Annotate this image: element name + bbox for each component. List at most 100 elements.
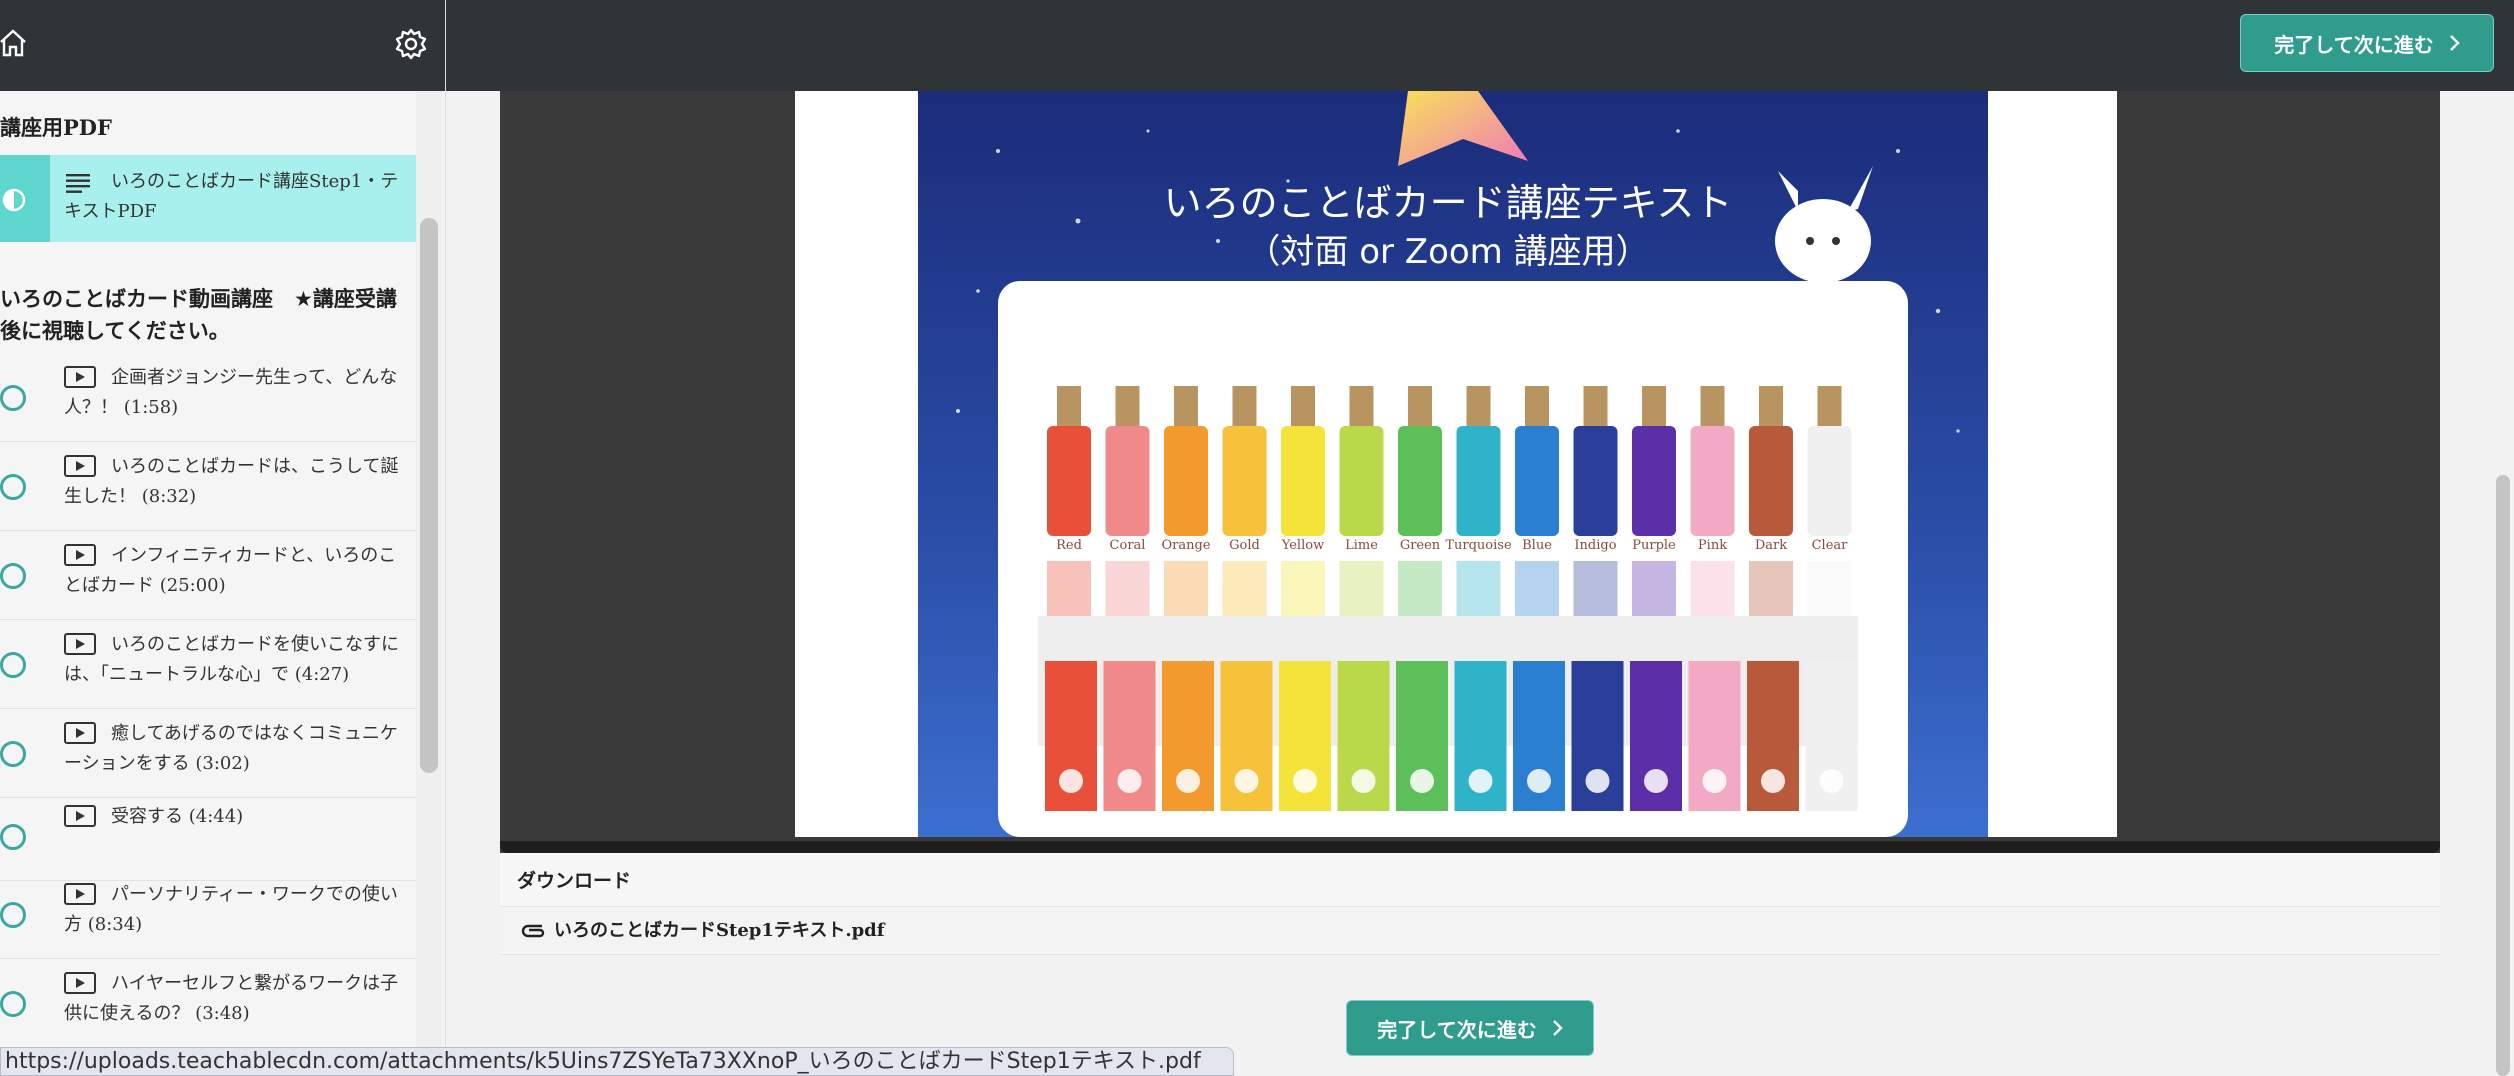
- sidebar-scrollbar[interactable]: [420, 218, 438, 773]
- bottle-label: Gold: [1229, 538, 1260, 553]
- card-character: [1234, 769, 1259, 793]
- bottle-reflection: [1339, 561, 1384, 621]
- lesson-item-active[interactable]: いろのことばカード講座Step1・テキストPDF: [0, 155, 416, 242]
- lesson-label: いろのことばカードを使いこなすには、「ニュートラルな心」で (4:27): [64, 634, 399, 685]
- bottle-cap: [1583, 386, 1608, 428]
- incomplete-circle-icon: [0, 991, 26, 1017]
- card-character: [1117, 769, 1142, 793]
- complete-next-button-bottom[interactable]: 完了して次に進む: [1346, 1000, 1594, 1056]
- bottle-reflection: [1281, 561, 1325, 621]
- bottle-body: [1749, 426, 1793, 536]
- bottle-label: Purple: [1632, 538, 1676, 553]
- lesson-label: ハイヤーセルフと繋がるワークは子供に使えるの？ (3:48): [64, 973, 399, 1024]
- home-icon[interactable]: [0, 29, 26, 57]
- bottle-body: [1339, 426, 1384, 536]
- card-character: [1819, 769, 1844, 793]
- download-file-link[interactable]: いろのことばカードStep1テキスト.pdf: [554, 916, 885, 942]
- lesson-item[interactable]: パーソナリティー・ワークでの使い方 (8:34): [0, 871, 416, 959]
- lesson-item[interactable]: 受容する (4:44): [0, 793, 416, 881]
- incomplete-circle-icon: [0, 824, 26, 850]
- card-character: [1702, 769, 1727, 793]
- complete-next-button-top[interactable]: 完了して次に進む: [2240, 14, 2494, 72]
- card-character: [1293, 769, 1317, 793]
- pdf-cover-image: いろのことばカード講座テキスト （対面 or Zoom 講座用） Red Cora…: [918, 91, 1988, 837]
- lesson-item[interactable]: いろのことばカードを使いこなすには、「ニュートラルな心」で (4:27): [0, 621, 416, 709]
- bottle-label: Turquoise: [1445, 538, 1512, 553]
- bottle-cap: [1642, 386, 1666, 428]
- bottle-label: Blue: [1522, 538, 1552, 553]
- incomplete-circle-icon: [0, 563, 26, 589]
- bottle-body: [1105, 426, 1150, 536]
- incomplete-circle-icon: [0, 652, 26, 678]
- bottle-reflection: [1515, 561, 1559, 621]
- bottle-cap: [1700, 386, 1725, 428]
- card-character: [1585, 769, 1610, 793]
- bottle-cap: [1759, 386, 1783, 428]
- bottle-reflection: [1573, 561, 1618, 621]
- chevron-right-icon: [2449, 35, 2460, 51]
- incomplete-circle-icon: [0, 385, 26, 411]
- top-bar: [446, 0, 2514, 91]
- bottle-body: [1573, 426, 1618, 536]
- bottle-label: Yellow: [1281, 538, 1324, 553]
- bottle-cap: [1408, 386, 1432, 428]
- bottle-reflection: [1047, 561, 1091, 621]
- lesson-item[interactable]: 癒してあげるのではなくコミュニケーションをする (3:02): [0, 710, 416, 798]
- paperclip-icon: [521, 924, 545, 938]
- chevron-right-icon: [1552, 1020, 1563, 1036]
- bottle-cap: [1057, 386, 1081, 428]
- bottle-label: Dark: [1755, 538, 1787, 553]
- card-character: [1468, 769, 1493, 793]
- lesson-label: 癒してあげるのではなくコミュニケーションをする (3:02): [64, 723, 398, 774]
- bottle-body: [1398, 426, 1442, 536]
- bottle-body: [1222, 426, 1267, 536]
- bottle-body: [1456, 426, 1501, 536]
- bottle-cap: [1174, 386, 1198, 428]
- incomplete-circle-icon: [0, 902, 26, 928]
- bottle-reflection: [1807, 561, 1852, 621]
- main-scrollbar[interactable]: [2496, 475, 2510, 1076]
- bottle-cap: [1232, 386, 1257, 428]
- bottle-reflection: [1456, 561, 1501, 621]
- bottle-label: Indigo: [1574, 538, 1616, 553]
- status-bar-url: https://uploads.teachablecdn.com/attachm…: [0, 1047, 1234, 1076]
- half-circle-icon: [2, 188, 26, 212]
- gear-icon[interactable]: [394, 27, 428, 61]
- bottle-reflection: [1222, 561, 1267, 621]
- bottle-body: [1164, 426, 1208, 536]
- lesson-item[interactable]: インフィニティカードと、いろのことばカード (25:00): [0, 532, 416, 620]
- bottle-reflection: [1632, 561, 1676, 621]
- section-title-pdf: 講座用PDF: [0, 115, 112, 140]
- bottle-label: Orange: [1161, 538, 1210, 553]
- bottle-cap: [1349, 386, 1374, 428]
- bottle-body: [1632, 426, 1676, 536]
- bottle-reflection: [1690, 561, 1735, 621]
- bottle-body: [1690, 426, 1735, 536]
- lesson-label: パーソナリティー・ワークでの使い方 (8:34): [64, 884, 398, 935]
- bottle-reflection: [1749, 561, 1793, 621]
- sidebar-header: [0, 0, 445, 91]
- bottle-label: Green: [1400, 538, 1441, 553]
- bottle-cap: [1466, 386, 1491, 428]
- lesson-label: 企画者ジョンジー先生って、どんな人？！ (1:58): [64, 367, 398, 418]
- card-character: [1527, 769, 1551, 793]
- bottle-label: Clear: [1812, 538, 1849, 553]
- incomplete-circle-icon: [0, 741, 26, 767]
- bottle-reflection: [1105, 561, 1150, 621]
- lesson-item[interactable]: 企画者ジョンジー先生って、どんな人？！ (1:58): [0, 354, 416, 442]
- card-character: [1351, 769, 1376, 793]
- bottle-cap: [1525, 386, 1549, 428]
- lesson-item[interactable]: いろのことばカードは、こうして誕生した！ (8:32): [0, 443, 416, 531]
- lesson-label: 受容する (4:44): [111, 806, 244, 827]
- button-label: 完了して次に進む: [2274, 32, 2434, 57]
- pdf-title-line2: （対面 or Zoom 講座用）: [1246, 232, 1649, 272]
- section-title-videos: いろのことばカード動画講座 ★講座受講後に視聴してください。: [0, 287, 397, 343]
- button-label: 完了して次に進む: [1377, 1017, 1537, 1042]
- viewer-bottom-edge: [500, 841, 2440, 853]
- lesson-item[interactable]: ハイヤーセルフと繋がるワークは子供に使えるの？ (3:48): [0, 960, 416, 1048]
- card-character: [1644, 769, 1668, 793]
- bottle-reflection: [1398, 561, 1442, 621]
- bottle-cap: [1291, 386, 1315, 428]
- card-character: [1410, 769, 1434, 793]
- bottle-body: [1807, 426, 1852, 536]
